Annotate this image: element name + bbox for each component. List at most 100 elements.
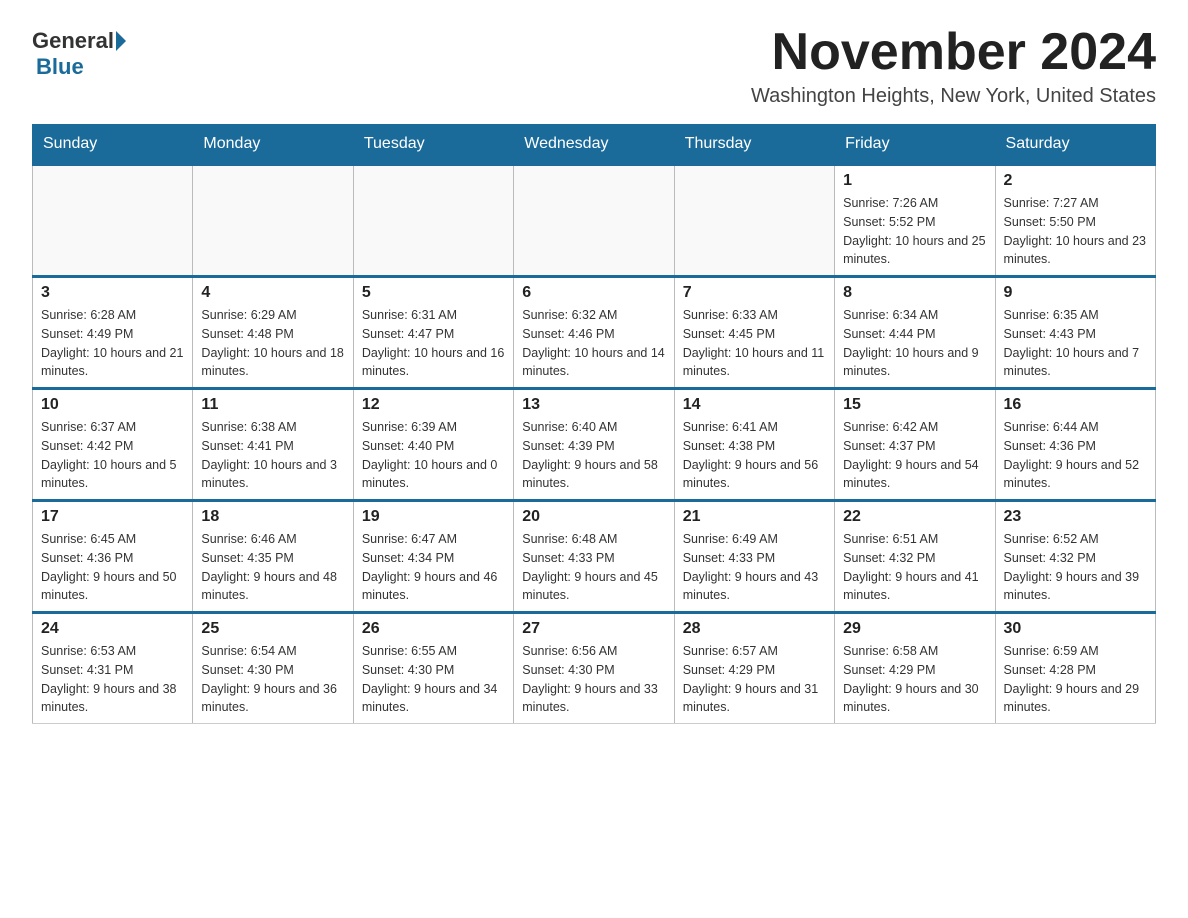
calendar-day-cell: 11Sunrise: 6:38 AMSunset: 4:41 PMDayligh… [193,389,353,501]
day-info: Sunrise: 6:58 AMSunset: 4:29 PMDaylight:… [843,642,986,717]
day-number: 6 [522,284,665,302]
day-info: Sunrise: 6:48 AMSunset: 4:33 PMDaylight:… [522,530,665,605]
day-info: Sunrise: 6:33 AMSunset: 4:45 PMDaylight:… [683,306,826,381]
day-number: 4 [201,284,344,302]
calendar-body: 1Sunrise: 7:26 AMSunset: 5:52 PMDaylight… [33,165,1156,724]
calendar-day-cell: 4Sunrise: 6:29 AMSunset: 4:48 PMDaylight… [193,277,353,389]
day-number: 9 [1004,284,1147,302]
day-info: Sunrise: 6:51 AMSunset: 4:32 PMDaylight:… [843,530,986,605]
day-number: 17 [41,508,184,526]
calendar-day-cell: 21 Sunrise: 6:49 AMSunset: 4:33 PMDayligh… [674,501,834,613]
day-info: Sunrise: 6:37 AMSunset: 4:42 PMDaylight:… [41,418,184,493]
day-info: Sunrise: 6:57 AMSunset: 4:29 PMDaylight:… [683,642,826,717]
day-info: Sunrise: 6:39 AMSunset: 4:40 PMDaylight:… [362,418,505,493]
calendar-day-cell: 15 Sunrise: 6:42 AMSunset: 4:37 PMDayligh… [835,389,995,501]
day-number: 16 [1004,396,1147,414]
calendar-day-header: Monday [193,125,353,165]
calendar-week-row: 3 Sunrise: 6:28 AMSunset: 4:49 PMDaylight… [33,277,1156,389]
day-info: Sunrise: 6:40 AMSunset: 4:39 PMDaylight:… [522,418,665,493]
calendar-day-cell: 19 Sunrise: 6:47 AMSunset: 4:34 PMDayligh… [353,501,513,613]
day-info: Sunrise: 6:34 AMSunset: 4:44 PMDaylight:… [843,306,986,381]
day-number: 2 [1004,172,1147,190]
calendar-week-row: 17 Sunrise: 6:45 AMSunset: 4:36 PMDayligh… [33,501,1156,613]
day-number: 8 [843,284,986,302]
day-info: Sunrise: 6:46 AMSunset: 4:35 PMDaylight:… [201,530,344,605]
day-info: Sunrise: 6:56 AMSunset: 4:30 PMDaylight:… [522,642,665,717]
day-info: Sunrise: 6:45 AMSunset: 4:36 PMDaylight:… [41,530,184,605]
calendar-day-cell: 27 Sunrise: 6:56 AMSunset: 4:30 PMDayligh… [514,613,674,724]
day-info: Sunrise: 6:38 AMSunset: 4:41 PMDaylight:… [201,418,344,493]
calendar-day-cell [353,165,513,277]
day-number: 28 [683,620,826,638]
calendar-day-cell: 13 Sunrise: 6:40 AMSunset: 4:39 PMDayligh… [514,389,674,501]
day-number: 1 [843,172,986,190]
day-number: 3 [41,284,184,302]
calendar-day-header: Saturday [995,125,1155,165]
calendar-day-cell [674,165,834,277]
day-info: Sunrise: 6:44 AMSunset: 4:36 PMDaylight:… [1004,418,1147,493]
day-info: Sunrise: 6:49 AMSunset: 4:33 PMDaylight:… [683,530,826,605]
calendar-day-cell: 17 Sunrise: 6:45 AMSunset: 4:36 PMDayligh… [33,501,193,613]
day-info: Sunrise: 6:52 AMSunset: 4:32 PMDaylight:… [1004,530,1147,605]
calendar-day-cell: 28 Sunrise: 6:57 AMSunset: 4:29 PMDayligh… [674,613,834,724]
day-number: 24 [41,620,184,638]
day-number: 5 [362,284,505,302]
day-number: 27 [522,620,665,638]
logo-arrow-icon [116,31,126,51]
day-info: Sunrise: 6:41 AMSunset: 4:38 PMDaylight:… [683,418,826,493]
day-info: Sunrise: 6:42 AMSunset: 4:37 PMDaylight:… [843,418,986,493]
calendar-day-header: Wednesday [514,125,674,165]
calendar-day-cell: 1Sunrise: 7:26 AMSunset: 5:52 PMDaylight… [835,165,995,277]
day-info: Sunrise: 6:55 AMSunset: 4:30 PMDaylight:… [362,642,505,717]
day-number: 15 [843,396,986,414]
calendar-day-cell: 6 Sunrise: 6:32 AMSunset: 4:46 PMDaylight… [514,277,674,389]
logo-blue: Blue [36,54,84,79]
calendar-day-header: Sunday [33,125,193,165]
calendar-day-cell: 23Sunrise: 6:52 AMSunset: 4:32 PMDayligh… [995,501,1155,613]
day-info: Sunrise: 7:27 AMSunset: 5:50 PMDaylight:… [1004,194,1147,269]
day-number: 12 [362,396,505,414]
calendar-day-cell [33,165,193,277]
calendar-day-header: Friday [835,125,995,165]
day-info: Sunrise: 6:31 AMSunset: 4:47 PMDaylight:… [362,306,505,381]
logo-general: General [32,28,114,54]
day-number: 21 [683,508,826,526]
month-title: November 2024 [751,24,1156,81]
logo: General Blue [32,28,128,80]
day-number: 26 [362,620,505,638]
calendar-day-cell: 2 Sunrise: 7:27 AMSunset: 5:50 PMDaylight… [995,165,1155,277]
calendar-day-cell: 3 Sunrise: 6:28 AMSunset: 4:49 PMDaylight… [33,277,193,389]
day-info: Sunrise: 6:35 AMSunset: 4:43 PMDaylight:… [1004,306,1147,381]
calendar-week-row: 10Sunrise: 6:37 AMSunset: 4:42 PMDayligh… [33,389,1156,501]
day-number: 14 [683,396,826,414]
calendar-table: SundayMondayTuesdayWednesdayThursdayFrid… [32,124,1156,724]
calendar-day-header: Thursday [674,125,834,165]
calendar-day-cell: 7Sunrise: 6:33 AMSunset: 4:45 PMDaylight… [674,277,834,389]
calendar-day-cell: 5 Sunrise: 6:31 AMSunset: 4:47 PMDaylight… [353,277,513,389]
calendar-day-cell: 12 Sunrise: 6:39 AMSunset: 4:40 PMDayligh… [353,389,513,501]
day-info: Sunrise: 6:53 AMSunset: 4:31 PMDaylight:… [41,642,184,717]
calendar-day-header: Tuesday [353,125,513,165]
calendar-day-cell: 26 Sunrise: 6:55 AMSunset: 4:30 PMDayligh… [353,613,513,724]
day-info: Sunrise: 6:32 AMSunset: 4:46 PMDaylight:… [522,306,665,381]
calendar-day-cell: 25Sunrise: 6:54 AMSunset: 4:30 PMDayligh… [193,613,353,724]
calendar-day-cell [193,165,353,277]
day-number: 29 [843,620,986,638]
calendar-day-cell: 24 Sunrise: 6:53 AMSunset: 4:31 PMDayligh… [33,613,193,724]
page-header: General Blue November 2024 Washington He… [32,24,1156,108]
calendar-day-cell [514,165,674,277]
calendar-day-cell: 14 Sunrise: 6:41 AMSunset: 4:38 PMDayligh… [674,389,834,501]
day-info: Sunrise: 6:54 AMSunset: 4:30 PMDaylight:… [201,642,344,717]
day-number: 30 [1004,620,1147,638]
calendar-week-row: 24 Sunrise: 6:53 AMSunset: 4:31 PMDayligh… [33,613,1156,724]
day-number: 18 [201,508,344,526]
calendar-day-cell: 8 Sunrise: 6:34 AMSunset: 4:44 PMDaylight… [835,277,995,389]
day-info: Sunrise: 6:47 AMSunset: 4:34 PMDaylight:… [362,530,505,605]
day-number: 13 [522,396,665,414]
day-number: 22 [843,508,986,526]
calendar-header-row: SundayMondayTuesdayWednesdayThursdayFrid… [33,125,1156,165]
day-info: Sunrise: 6:28 AMSunset: 4:49 PMDaylight:… [41,306,184,381]
title-area: November 2024 Washington Heights, New Yo… [751,24,1156,108]
day-number: 19 [362,508,505,526]
calendar-day-cell: 22 Sunrise: 6:51 AMSunset: 4:32 PMDayligh… [835,501,995,613]
